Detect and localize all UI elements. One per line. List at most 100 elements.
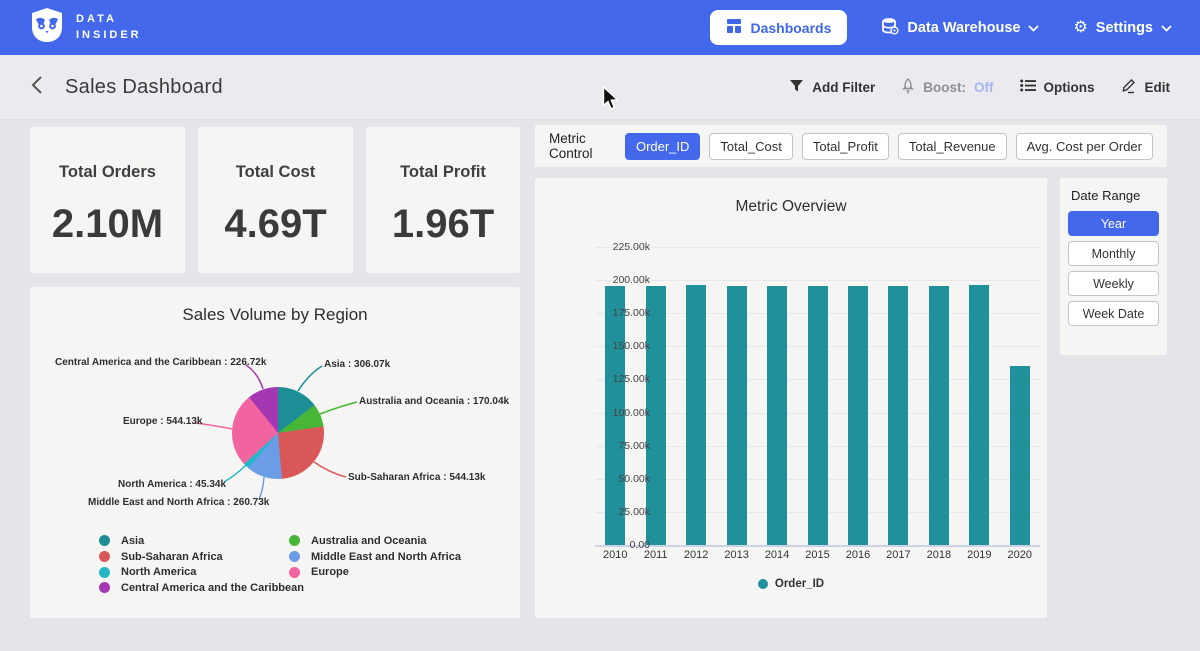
metric-control-bar: Metric Control Order_ID Total_Cost Total_P… — [535, 125, 1167, 167]
date-range-button-group: Year Monthly Weekly Week Date — [1060, 203, 1167, 334]
legend-dot — [99, 567, 110, 578]
data-warehouse-label: Data Warehouse — [907, 20, 1020, 36]
metric-chip-avg-cost-per-order[interactable]: Avg. Cost per Order — [1016, 133, 1153, 160]
y-tick-label: 150.00k — [613, 340, 650, 352]
kpi-value: 2.10M — [30, 202, 185, 247]
edit-button[interactable]: Edit — [1121, 78, 1171, 97]
kpi-card-total-orders: Total Orders 2.10M — [30, 127, 185, 273]
pie-chart-title: Sales Volume by Region — [30, 305, 520, 325]
date-range-year-button[interactable]: Year — [1068, 211, 1159, 236]
legend-label: Order_ID — [775, 578, 824, 590]
date-range-label: Date Range — [1071, 188, 1167, 203]
pie-legend-item: North America — [99, 564, 304, 580]
back-button[interactable] — [30, 75, 43, 100]
kpi-card-total-cost: Total Cost 4.69T — [198, 127, 353, 273]
metric-chip-total-revenue[interactable]: Total_Revenue — [898, 133, 1007, 160]
pie-legend-column-2: Australia and Oceania Middle East and Nor… — [289, 533, 461, 580]
settings-menu[interactable]: ⚙ Settings — [1073, 20, 1172, 36]
x-tick-label: 2016 — [846, 549, 870, 561]
bar-2013[interactable] — [727, 286, 747, 545]
pie-label-6: Central America and the Caribbean : 226.… — [55, 357, 266, 368]
gridline — [595, 247, 1040, 248]
bar-2018[interactable] — [929, 286, 949, 545]
metric-chip-total-cost[interactable]: Total_Cost — [709, 133, 792, 160]
bar-2016[interactable] — [848, 286, 868, 545]
data-warehouse-menu[interactable]: Data Warehouse — [881, 17, 1039, 39]
metric-chip-order-id[interactable]: Order_ID — [625, 133, 700, 160]
bar-2014[interactable] — [767, 286, 787, 545]
chevron-down-icon — [1161, 20, 1172, 36]
rocket-icon — [901, 78, 915, 97]
legend-dot — [99, 535, 110, 546]
page-title: Sales Dashboard — [65, 76, 223, 99]
dashboards-label: Dashboards — [750, 20, 831, 36]
bar-2017[interactable] — [888, 286, 908, 545]
pie-legend-item: Middle East and North Africa — [289, 549, 461, 565]
date-range-card: Date Range Year Monthly Weekly Week Date — [1060, 178, 1167, 355]
x-tick-label: 2015 — [805, 549, 829, 561]
legend-label: Sub-Saharan Africa — [121, 551, 223, 563]
y-tick-label: 50.00k — [618, 473, 650, 485]
bar-chart-title: Metric Overview — [535, 198, 1047, 216]
pie-legend-item: Sub-Saharan Africa — [99, 549, 304, 565]
pie-label-2: Sub-Saharan Africa : 544.13k — [348, 472, 485, 483]
add-filter-button[interactable]: Add Filter — [789, 79, 875, 96]
legend-label: Asia — [121, 535, 144, 547]
bar-2012[interactable] — [686, 285, 706, 545]
pie-label-5: Europe : 544.13k — [123, 416, 202, 427]
legend-dot — [289, 535, 300, 546]
x-tick-label: 2017 — [886, 549, 910, 561]
boost-state: Off — [974, 80, 994, 95]
legend-label: Central America and the Caribbean — [121, 582, 304, 594]
metric-button-group: Order_ID Total_Cost Total_Profit Total_Reve… — [625, 133, 1153, 160]
filter-funnel-icon — [789, 79, 804, 96]
boost-toggle[interactable]: Boost: Off — [901, 78, 993, 97]
gridline — [595, 545, 1040, 547]
x-tick-label: 2012 — [684, 549, 708, 561]
y-tick-label: 25.00k — [618, 506, 650, 518]
y-tick-label: 225.00k — [613, 241, 650, 253]
legend-label: Middle East and North Africa — [311, 551, 461, 563]
x-tick-label: 2010 — [603, 549, 627, 561]
bar-chart-x-axis: 2010201120122013201420152016201720182019… — [595, 549, 1040, 565]
chevron-down-icon — [1028, 20, 1039, 36]
brand[interactable]: DATA INSIDER — [28, 7, 142, 48]
page-header: Sales Dashboard Add Filter Boost: Off — [0, 55, 1200, 120]
x-tick-label: 2013 — [724, 549, 748, 561]
date-range-monthly-button[interactable]: Monthly — [1068, 241, 1159, 266]
edit-pencil-icon — [1121, 78, 1137, 97]
date-range-weekly-button[interactable]: Weekly — [1068, 271, 1159, 296]
pie-label-0: Asia : 306.07k — [324, 359, 390, 370]
kpi-label: Total Cost — [198, 163, 353, 182]
top-navbar: DATA INSIDER Dashboards — [0, 0, 1200, 55]
options-list-icon — [1020, 79, 1036, 95]
pie-legend-item: Australia and Oceania — [289, 533, 461, 549]
x-tick-label: 2011 — [644, 549, 668, 561]
y-tick-label: 125.00k — [613, 373, 650, 385]
pie-chart[interactable] — [232, 387, 324, 479]
owl-logo-icon — [28, 7, 66, 48]
legend-dot — [289, 567, 300, 578]
bar-2019[interactable] — [969, 285, 989, 545]
pie-label-3: Middle East and North Africa : 260.73k — [88, 497, 269, 508]
pie-label-1: Australia and Oceania : 170.04k — [359, 396, 509, 407]
bar-chart-plot-area — [595, 247, 1040, 545]
app-screen: DATA INSIDER Dashboards — [0, 0, 1200, 651]
legend-dot — [758, 579, 768, 589]
options-button[interactable]: Options — [1020, 79, 1095, 95]
y-tick-label: 200.00k — [613, 274, 650, 286]
kpi-value: 1.96T — [366, 202, 520, 247]
date-range-week-date-button[interactable]: Week Date — [1068, 301, 1159, 326]
pie-legend-item: Central America and the Caribbean — [99, 580, 304, 596]
gridline — [595, 280, 1040, 281]
metric-chip-total-profit[interactable]: Total_Profit — [802, 133, 889, 160]
x-tick-label: 2018 — [927, 549, 951, 561]
y-tick-label: 75.00k — [618, 440, 650, 452]
database-icon — [881, 17, 899, 39]
brand-name: DATA INSIDER — [76, 12, 142, 44]
dashboards-button[interactable]: Dashboards — [710, 10, 847, 45]
metric-control-label: Metric Control — [549, 131, 612, 161]
bar-2020[interactable] — [1010, 366, 1030, 545]
bar-2015[interactable] — [808, 286, 828, 545]
y-tick-label: 175.00k — [613, 307, 650, 319]
